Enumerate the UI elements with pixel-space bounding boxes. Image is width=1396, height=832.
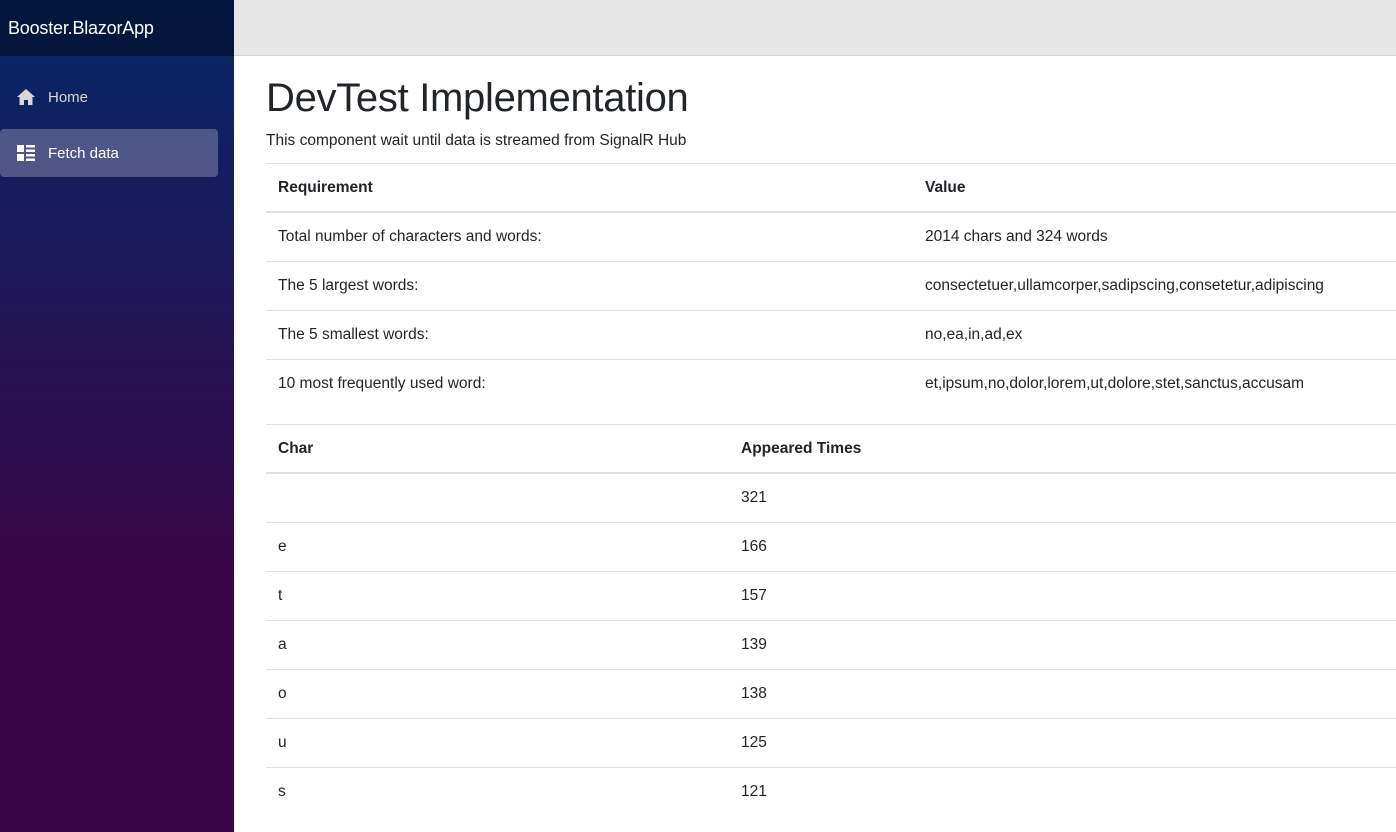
sidebar-item-home[interactable]: Home [0, 73, 218, 121]
brand-bar: Booster.BlazorApp [0, 0, 234, 56]
sidebar-item-label: Fetch data [48, 144, 119, 162]
value-cell: consectetuer,ullamcorper,sadipscing,cons… [913, 261, 1396, 311]
page-title: DevTest Implementation [266, 76, 689, 120]
table-row: t 157 [266, 571, 1396, 621]
home-icon [16, 87, 36, 107]
content: DevTest Implementation This component wa… [234, 56, 1396, 816]
sidebar: Booster.BlazorApp Home Fetch data [0, 0, 234, 832]
char-cell: o [266, 669, 729, 719]
char-cell: t [266, 571, 729, 621]
char-cell: a [266, 620, 729, 670]
requirement-cell: 10 most frequently used word: [266, 359, 913, 408]
value-cell: et,ipsum,no,dolor,lorem,ut,dolore,stet,s… [913, 359, 1396, 408]
table-row: u 125 [266, 718, 1396, 768]
column-header-requirement: Requirement [266, 163, 913, 213]
list-icon [16, 143, 36, 163]
sidebar-item-label: Home [48, 88, 89, 106]
main-area: DevTest Implementation This component wa… [234, 0, 1396, 832]
table-row: a 139 [266, 620, 1396, 670]
column-header-char: Char [266, 424, 729, 474]
char-cell: u [266, 718, 729, 768]
column-header-value: Value [913, 163, 1396, 213]
table-row: 10 most frequently used word: et,ipsum,n… [266, 359, 1396, 408]
requirement-cell: The 5 smallest words: [266, 310, 913, 360]
count-cell: 125 [729, 718, 1396, 768]
requirement-cell: The 5 largest words: [266, 261, 913, 311]
top-bar [234, 0, 1396, 56]
table-row: The 5 smallest words: no,ea,in,ad,ex [266, 310, 1396, 360]
table-row: 321 [266, 472, 1396, 523]
table-header-row: Char Appeared Times [266, 424, 1396, 474]
char-cell: e [266, 522, 729, 572]
value-cell: 2014 chars and 324 words [913, 211, 1396, 262]
count-cell: 121 [729, 767, 1396, 816]
value-cell: no,ea,in,ad,ex [913, 310, 1396, 360]
table-row: e 166 [266, 522, 1396, 572]
char-frequency-table: Char Appeared Times 321 e 166 t 157 a 13… [266, 424, 1396, 816]
count-cell: 138 [729, 669, 1396, 719]
nav-menu: Home Fetch data [0, 56, 234, 177]
column-header-appeared-times: Appeared Times [729, 424, 1396, 474]
count-cell: 139 [729, 620, 1396, 670]
table-header-row: Requirement Value [266, 163, 1396, 213]
page-subtitle: This component wait until data is stream… [266, 132, 687, 149]
requirement-cell: Total number of characters and words: [266, 211, 913, 262]
table-row: The 5 largest words: consectetuer,ullamc… [266, 261, 1396, 311]
sidebar-item-fetch-data[interactable]: Fetch data [0, 129, 218, 177]
table-row: Total number of characters and words: 20… [266, 211, 1396, 262]
count-cell: 166 [729, 522, 1396, 572]
app-root: Booster.BlazorApp Home Fetch data DevTes… [0, 0, 1396, 832]
table-row: s 121 [266, 767, 1396, 816]
char-cell [266, 472, 729, 523]
count-cell: 157 [729, 571, 1396, 621]
count-cell: 321 [729, 472, 1396, 523]
brand-link[interactable]: Booster.BlazorApp [8, 18, 154, 39]
table-row: o 138 [266, 669, 1396, 719]
requirements-table: Requirement Value Total number of charac… [266, 163, 1396, 408]
char-cell: s [266, 767, 729, 816]
